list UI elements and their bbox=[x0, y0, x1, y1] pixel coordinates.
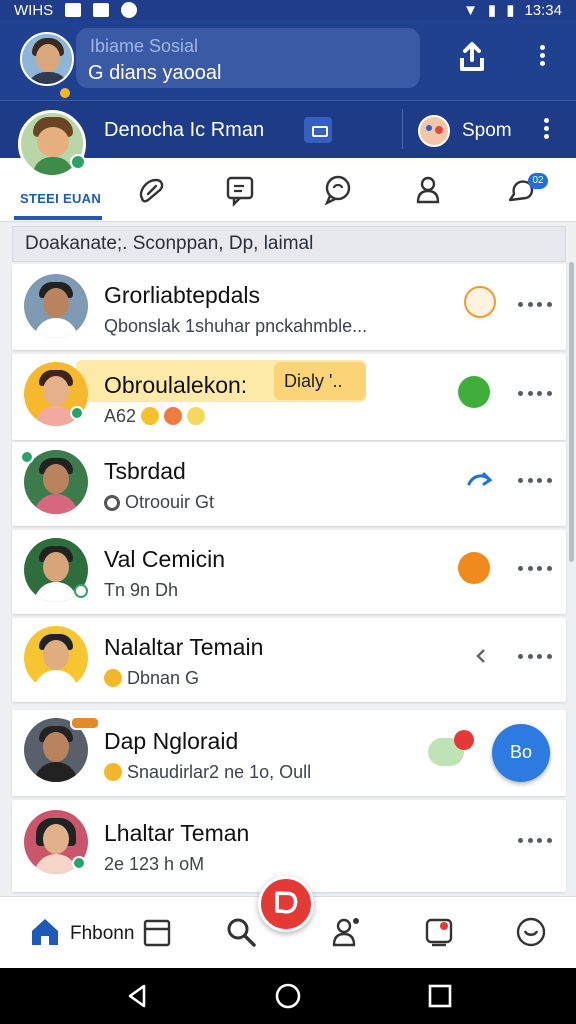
tab-bar: STEEI EUAN bbox=[0, 158, 576, 222]
list-item[interactable]: Dialy '.. Obroulalekon: A62 bbox=[12, 354, 566, 440]
contacts-icon[interactable] bbox=[328, 915, 362, 949]
share-status-icon[interactable] bbox=[458, 376, 490, 408]
back-icon[interactable] bbox=[124, 982, 152, 1010]
message-icon bbox=[93, 3, 110, 17]
contact-subtitle: Otroouir Gt bbox=[104, 492, 214, 513]
list-item[interactable]: Tsbrdad Otroouir Gt bbox=[12, 442, 566, 526]
list-item[interactable]: Nalaltar Temain Dbnan G bbox=[12, 618, 566, 702]
profile-name: Denocha Ic Rman bbox=[104, 119, 265, 141]
secondary-avatar-icon[interactable] bbox=[418, 115, 450, 147]
tag-badge: Dialy '.. bbox=[274, 362, 366, 400]
system-nav-bar bbox=[0, 968, 576, 1024]
item-more-icon[interactable] bbox=[518, 391, 552, 397]
tab-active[interactable]: STEEI EUAN bbox=[20, 191, 101, 206]
contact-subtitle: Dbnan G bbox=[104, 668, 199, 689]
profile-icon[interactable] bbox=[514, 915, 548, 949]
contact-subtitle: Snaudirlar2 ne 1o, Oull bbox=[104, 762, 311, 783]
divider bbox=[402, 109, 403, 149]
list-item[interactable]: Val Cemicin Tn 9n Dh bbox=[12, 530, 566, 614]
wifi-icon: ▼ bbox=[463, 1, 478, 19]
avatar bbox=[24, 274, 88, 338]
share-icon[interactable] bbox=[456, 40, 488, 74]
tab-people-icon[interactable] bbox=[410, 172, 446, 208]
lock-status-icon[interactable] bbox=[458, 552, 490, 584]
clock: 13:34 bbox=[524, 1, 562, 19]
unread-badge bbox=[454, 730, 474, 750]
signal-icon: ▮ bbox=[487, 2, 497, 19]
premium-badge-icon bbox=[58, 86, 72, 100]
app-title: Ibiame Sosial bbox=[90, 36, 199, 56]
item-more-icon[interactable] bbox=[518, 566, 552, 572]
tab-badge: 02 bbox=[528, 173, 548, 189]
verified-icon bbox=[70, 154, 86, 170]
item-more-icon[interactable] bbox=[518, 838, 552, 844]
contact-name: Grorliabtepdals bbox=[104, 282, 260, 308]
contact-name: Dap Nglorаid bbox=[104, 728, 239, 754]
tab-link-icon[interactable] bbox=[134, 172, 170, 208]
header-title-pill[interactable]: Ibiame Sosial G dians yaooal bbox=[76, 28, 420, 88]
search-icon[interactable] bbox=[224, 915, 258, 949]
status-bar: WIHS ▼ ▮ ▮ 13:34 bbox=[0, 0, 576, 20]
tab-message-icon[interactable] bbox=[222, 172, 258, 208]
verified-icon bbox=[70, 406, 84, 420]
avatar bbox=[24, 626, 88, 690]
battery-icon: ▮ bbox=[506, 2, 515, 19]
contact-subtitle: Tn 9n Dh bbox=[104, 580, 179, 600]
gallery-icon[interactable] bbox=[422, 915, 456, 949]
record-button[interactable] bbox=[258, 876, 314, 932]
tab-chat-icon[interactable] bbox=[320, 172, 356, 208]
carrier-label: WIHS bbox=[14, 1, 54, 19]
calendar-icon[interactable] bbox=[140, 915, 174, 949]
user-avatar[interactable] bbox=[20, 32, 74, 86]
item-more-icon[interactable] bbox=[518, 654, 552, 660]
item-more-icon[interactable] bbox=[518, 302, 552, 308]
contact-name: Val Cemicin bbox=[104, 546, 225, 572]
tab-indicator bbox=[14, 216, 102, 220]
forward-icon[interactable] bbox=[466, 470, 494, 490]
verified-icon bbox=[72, 856, 86, 870]
app-subtitle: G dians yaooal bbox=[88, 62, 222, 84]
profile-more-icon[interactable] bbox=[536, 115, 556, 145]
scrollbar[interactable] bbox=[569, 262, 574, 562]
reply-icon[interactable] bbox=[464, 286, 496, 318]
home-label[interactable]: Fhbonn bbox=[70, 923, 134, 945]
contact-subtitle: Qbonslak 1shuhar pnckahmble... bbox=[104, 316, 368, 336]
card-icon[interactable] bbox=[304, 117, 332, 143]
contact-name: Lhaltar Teman bbox=[104, 820, 250, 846]
badge-icon bbox=[70, 716, 100, 730]
contact-subtitle: 2e 123 h oM bbox=[104, 854, 205, 874]
notification-icon bbox=[65, 3, 82, 17]
more-menu-icon[interactable] bbox=[532, 42, 552, 72]
section-header: Doakanate;. Sconppan, Dp, laimal bbox=[12, 226, 566, 262]
chevron-icon[interactable] bbox=[474, 648, 490, 664]
recents-icon[interactable] bbox=[426, 982, 454, 1010]
contact-name: Nalaltar Temain bbox=[104, 634, 264, 660]
home-icon[interactable] bbox=[28, 915, 62, 949]
profile-bar: Denocha Ic Rman Spom bbox=[0, 100, 576, 158]
home-system-icon[interactable] bbox=[274, 982, 302, 1010]
verified-icon bbox=[74, 584, 88, 598]
list-item[interactable]: Dap Nglorаid Snaudirlar2 ne 1o, Oull bbox=[12, 710, 566, 796]
compose-button[interactable]: Bo bbox=[492, 724, 550, 782]
contact-subtitle: A62 bbox=[104, 406, 206, 427]
app-status-icon bbox=[121, 2, 138, 18]
contact-name: Tsbrdad bbox=[104, 458, 186, 484]
section-title: Doakanate;. Sconppan, Dp, laimal bbox=[25, 233, 314, 254]
online-icon bbox=[20, 450, 34, 464]
avatar bbox=[24, 450, 88, 514]
app-header: Ibiame Sosial G dians yaooal bbox=[0, 20, 576, 100]
contact-name: Obroulalekon: bbox=[104, 372, 248, 398]
item-more-icon[interactable] bbox=[518, 478, 552, 484]
list-item[interactable]: Grorliabtepdals Qbonslak 1shuhar pnckahm… bbox=[12, 264, 566, 350]
secondary-label[interactable]: Spom bbox=[462, 120, 512, 142]
